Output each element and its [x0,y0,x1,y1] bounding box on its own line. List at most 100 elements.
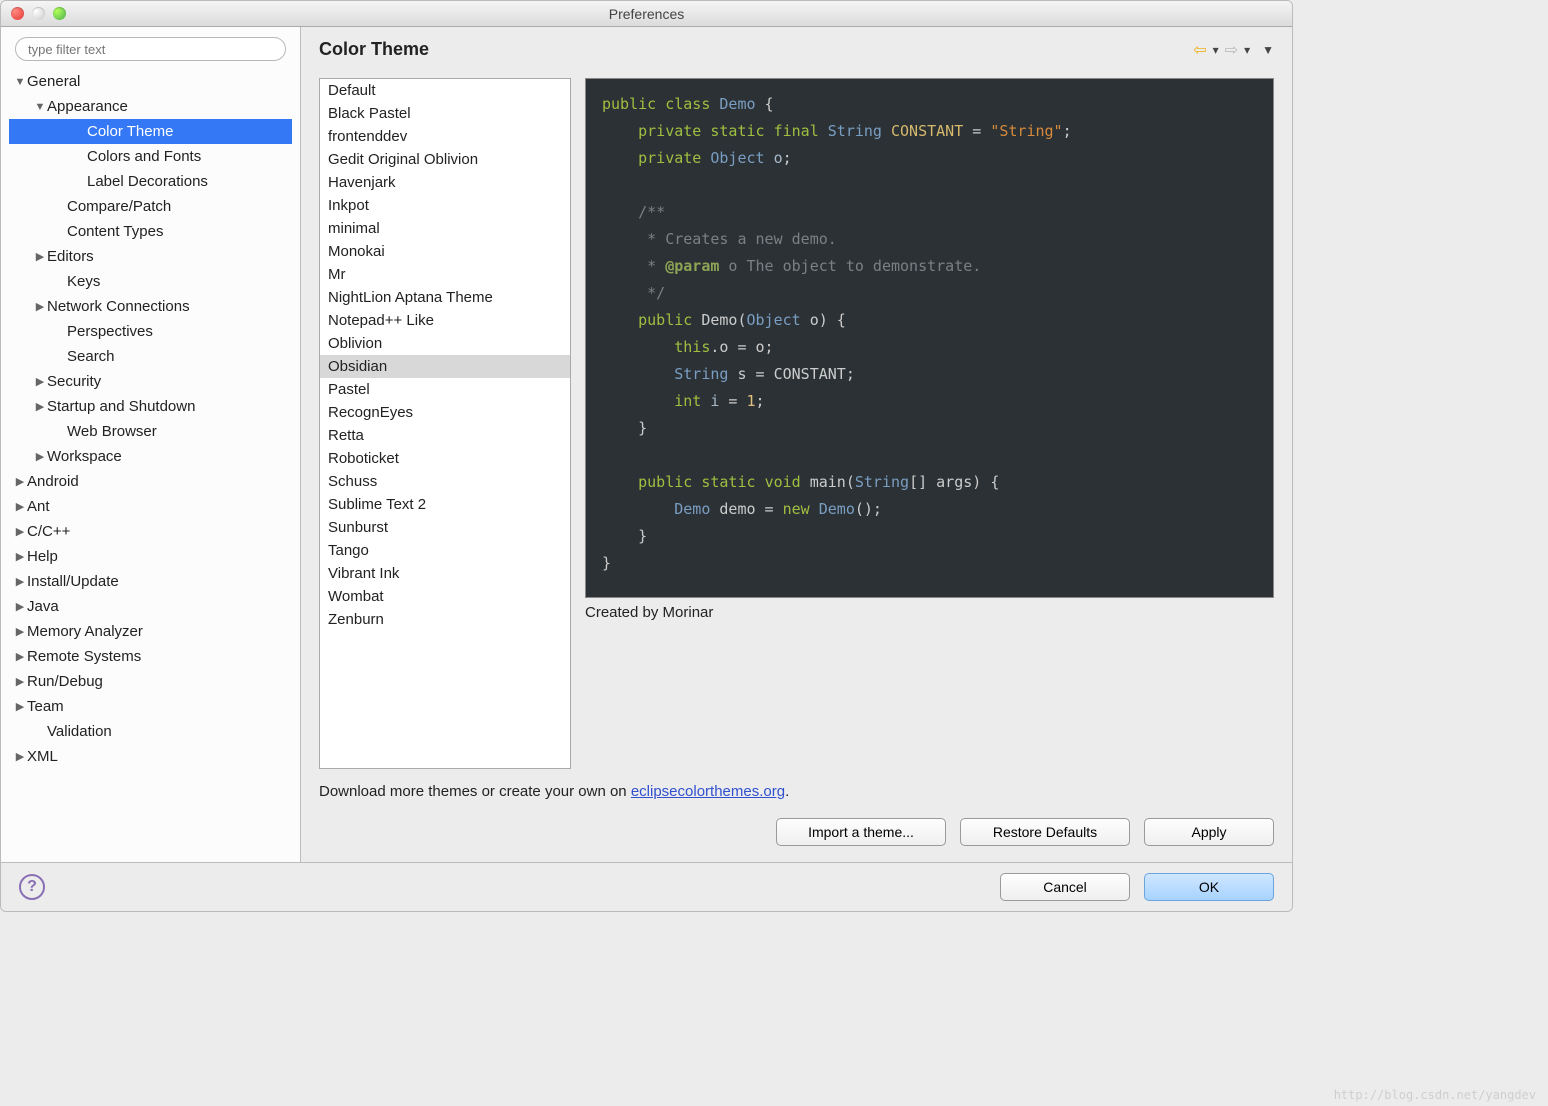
main-content: DefaultBlack PastelfrontenddevGedit Orig… [301,68,1292,775]
preferences-window: Preferences ▼General▼Appearance Color The… [0,0,1293,912]
tree-item-label: Install/Update [27,573,119,590]
apply-button[interactable]: Apply [1144,818,1274,846]
tree-item-label: Colors and Fonts [87,148,201,165]
cancel-button[interactable]: Cancel [1000,873,1130,901]
theme-item-obsidian[interactable]: Obsidian [320,355,570,378]
theme-item-vibrant-ink[interactable]: Vibrant Ink [320,562,570,585]
tree-item-label: C/C++ [27,523,70,540]
theme-item-notepad-like[interactable]: Notepad++ Like [320,309,570,332]
tree-item-validation[interactable]: Validation [9,719,292,744]
tree-item-label: Ant [27,498,50,515]
tree-item-label: Validation [47,723,112,740]
import-theme-button[interactable]: Import a theme... [776,818,946,846]
main-header: Color Theme ⇦ ▾ ⇨ ▾ ▼ [301,27,1292,68]
tree-item-label: Web Browser [67,423,157,440]
chevron-right-icon: ▶ [13,700,27,713]
tree-item-label: Android [27,473,79,490]
footer-buttons: Cancel OK [1000,873,1274,901]
help-icon[interactable]: ? [19,874,45,900]
tree-item-appearance[interactable]: ▼Appearance [9,94,292,119]
nav-forward-menu-icon[interactable]: ▾ [1244,43,1250,57]
theme-item-default[interactable]: Default [320,79,570,102]
window-title: Preferences [1,6,1292,22]
chevron-right-icon: ▶ [13,550,27,563]
tree-item-perspectives[interactable]: Perspectives [9,319,292,344]
ok-button[interactable]: OK [1144,873,1274,901]
chevron-right-icon: ▶ [13,650,27,663]
theme-item-minimal[interactable]: minimal [320,217,570,240]
tree-item-team[interactable]: ▶Team [9,694,292,719]
chevron-right-icon: ▶ [33,400,47,413]
chevron-right-icon: ▶ [33,250,47,263]
download-link[interactable]: eclipsecolorthemes.org [631,783,785,800]
theme-item-tango[interactable]: Tango [320,539,570,562]
header-nav: ⇦ ▾ ⇨ ▾ ▼ [1193,40,1274,60]
tree-item-help[interactable]: ▶Help [9,544,292,569]
nav-forward-icon[interactable]: ⇨ [1225,40,1238,60]
tree-item-editors[interactable]: ▶Editors [9,244,292,269]
theme-item-monokai[interactable]: Monokai [320,240,570,263]
theme-item-frontenddev[interactable]: frontenddev [320,125,570,148]
tree-item-ant[interactable]: ▶Ant [9,494,292,519]
theme-item-zenburn[interactable]: Zenburn [320,608,570,631]
theme-item-inkpot[interactable]: Inkpot [320,194,570,217]
chevron-right-icon: ▶ [13,500,27,513]
sidebar: ▼General▼Appearance Color Theme Colors and… [1,27,301,862]
theme-item-recogneyes[interactable]: RecognEyes [320,401,570,424]
tree-item-android[interactable]: ▶Android [9,469,292,494]
tree-item-remote-systems[interactable]: ▶Remote Systems [9,644,292,669]
theme-item-gedit-original-oblivion[interactable]: Gedit Original Oblivion [320,148,570,171]
preferences-tree[interactable]: ▼General▼Appearance Color Theme Colors and… [9,69,292,852]
theme-item-sublime-text-2[interactable]: Sublime Text 2 [320,493,570,516]
tree-item-color-theme[interactable]: Color Theme [9,119,292,144]
tree-item-label: Run/Debug [27,673,103,690]
tree-item-label-decorations[interactable]: Label Decorations [9,169,292,194]
theme-item-pastel[interactable]: Pastel [320,378,570,401]
theme-item-sunburst[interactable]: Sunburst [320,516,570,539]
theme-item-roboticket[interactable]: Roboticket [320,447,570,470]
download-row: Download more themes or create your own … [301,775,1292,808]
theme-item-schuss[interactable]: Schuss [320,470,570,493]
tree-item-compare-patch[interactable]: Compare/Patch [9,194,292,219]
theme-list[interactable]: DefaultBlack PastelfrontenddevGedit Orig… [319,78,571,769]
theme-item-mr[interactable]: Mr [320,263,570,286]
tree-item-content-types[interactable]: Content Types [9,219,292,244]
tree-item-web-browser[interactable]: Web Browser [9,419,292,444]
tree-item-label: Remote Systems [27,648,141,665]
theme-item-havenjark[interactable]: Havenjark [320,171,570,194]
tree-item-label: Color Theme [87,123,173,140]
tree-item-c-c-[interactable]: ▶C/C++ [9,519,292,544]
tree-item-keys[interactable]: Keys [9,269,292,294]
tree-item-colors-and-fonts[interactable]: Colors and Fonts [9,144,292,169]
download-text-post: . [785,783,789,800]
tree-item-search[interactable]: Search [9,344,292,369]
tree-item-label: Startup and Shutdown [47,398,195,415]
tree-item-label: Help [27,548,58,565]
tree-item-java[interactable]: ▶Java [9,594,292,619]
tree-item-startup-and-shutdown[interactable]: ▶Startup and Shutdown [9,394,292,419]
theme-item-retta[interactable]: Retta [320,424,570,447]
chevron-right-icon: ▶ [13,600,27,613]
nav-dropdown-icon[interactable]: ▼ [1262,43,1274,57]
tree-item-network-connections[interactable]: ▶Network Connections [9,294,292,319]
theme-item-oblivion[interactable]: Oblivion [320,332,570,355]
footer: ? Cancel OK [1,862,1292,911]
tree-item-workspace[interactable]: ▶Workspace [9,444,292,469]
nav-back-icon[interactable]: ⇦ [1193,40,1206,60]
theme-item-nightlion-aptana-theme[interactable]: NightLion Aptana Theme [320,286,570,309]
tree-item-general[interactable]: ▼General [9,69,292,94]
theme-item-black-pastel[interactable]: Black Pastel [320,102,570,125]
theme-item-wombat[interactable]: Wombat [320,585,570,608]
chevron-right-icon: ▶ [13,750,27,763]
tree-item-security[interactable]: ▶Security [9,369,292,394]
filter-input[interactable] [15,37,286,61]
tree-item-label: Label Decorations [87,173,208,190]
nav-back-menu-icon[interactable]: ▾ [1213,43,1219,57]
chevron-right-icon: ▶ [33,375,47,388]
tree-item-run-debug[interactable]: ▶Run/Debug [9,669,292,694]
restore-defaults-button[interactable]: Restore Defaults [960,818,1130,846]
tree-item-xml[interactable]: ▶XML [9,744,292,769]
tree-item-memory-analyzer[interactable]: ▶Memory Analyzer [9,619,292,644]
tree-item-label: Workspace [47,448,122,465]
tree-item-install-update[interactable]: ▶Install/Update [9,569,292,594]
